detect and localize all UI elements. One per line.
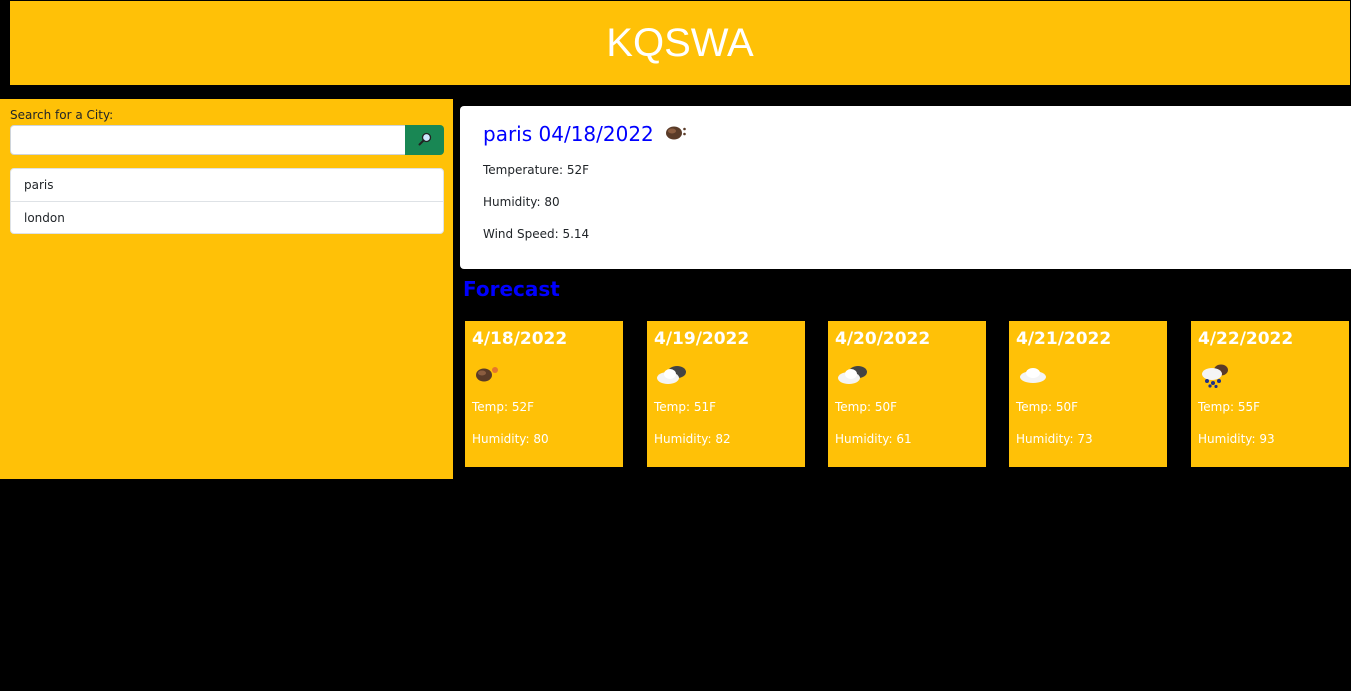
search-history-list: paris london — [10, 168, 444, 234]
forecast-card: 4/20/2022 Temp: 50F Humidity: 61 — [828, 321, 986, 467]
current-weather-panel: paris 04/18/2022 Temperature: 52F Humidi… — [460, 106, 1351, 269]
rain-icon — [1199, 362, 1233, 392]
history-item-london[interactable]: london — [11, 201, 443, 233]
current-temperature: Temperature: 52F — [483, 163, 590, 177]
forecast-card: 4/19/2022 Temp: 51F Humidity: 82 — [647, 321, 805, 467]
sidebar: Search for a City: paris london — [0, 99, 453, 479]
forecast-temp: Temp: 50F — [835, 400, 898, 414]
app-header: KQSWA — [9, 0, 1351, 86]
current-weather-heading: paris 04/18/2022 — [483, 121, 688, 146]
cloudy-icon — [664, 121, 688, 146]
forecast-date: 4/18/2022 — [472, 329, 568, 349]
forecast-humidity: Humidity: 93 — [1198, 432, 1275, 446]
forecast-card: 4/18/2022 Temp: 52F Humidity: 80 — [465, 321, 623, 467]
forecast-humidity: Humidity: 61 — [835, 432, 912, 446]
history-item-paris[interactable]: paris — [11, 169, 443, 201]
forecast-date: 4/22/2022 — [1198, 329, 1294, 349]
forecast-card: 4/21/2022 Temp: 50F Humidity: 73 — [1009, 321, 1167, 467]
search-button[interactable] — [405, 125, 444, 155]
search-icon — [418, 132, 432, 149]
few-clouds-icon — [1017, 362, 1053, 390]
forecast-temp: Temp: 51F — [654, 400, 717, 414]
broken-clouds-icon — [836, 362, 872, 390]
current-wind-speed: Wind Speed: 5.14 — [483, 227, 590, 241]
broken-clouds-icon — [655, 362, 691, 390]
city-search-input[interactable] — [10, 125, 406, 155]
forecast-humidity: Humidity: 73 — [1016, 432, 1093, 446]
forecast-temp: Temp: 55F — [1198, 400, 1261, 414]
forecast-card: 4/22/2022 Temp: 55F Humidity: 93 — [1191, 321, 1349, 467]
overcast-icon — [473, 362, 499, 388]
forecast-humidity: Humidity: 80 — [472, 432, 549, 446]
forecast-date: 4/20/2022 — [835, 329, 931, 349]
current-city-date: paris 04/18/2022 — [483, 121, 654, 146]
forecast-date: 4/19/2022 — [654, 329, 750, 349]
search-label: Search for a City: — [10, 108, 114, 122]
forecast-heading: Forecast — [463, 277, 560, 301]
current-humidity: Humidity: 80 — [483, 195, 560, 209]
forecast-temp: Temp: 52F — [472, 400, 535, 414]
forecast-humidity: Humidity: 82 — [654, 432, 731, 446]
forecast-temp: Temp: 50F — [1016, 400, 1079, 414]
app-title: KQSWA — [606, 20, 754, 65]
forecast-date: 4/21/2022 — [1016, 329, 1112, 349]
